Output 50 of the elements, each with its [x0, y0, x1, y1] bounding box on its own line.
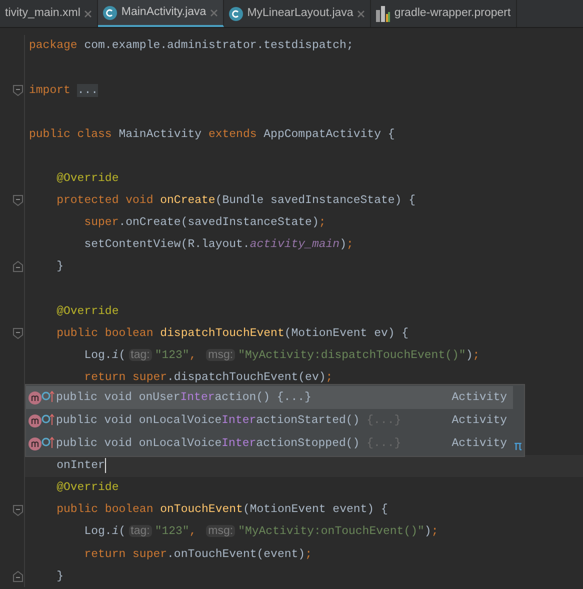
code-line: Log.i( tag: "123", msg: "MyActivity:onTouchEvent()"); — [83, 524, 438, 540]
completion-signature: public void onUserInteraction() {...} — [56, 390, 312, 406]
fold-marker-icon — [13, 195, 23, 206]
code-line: import ... — [29, 82, 98, 99]
text-cursor — [104, 458, 106, 474]
completion-item[interactable]: public void onUserInteraction() {...} Activity — [26, 386, 513, 409]
code-line: protected void onCreate(Bundle savedInstanceState) { — [56, 193, 416, 210]
class-icon — [103, 6, 118, 20]
tab-label: tivity_main.xml — [5, 6, 80, 21]
code-line: } — [56, 568, 64, 585]
code-line: public class MainActivity extends AppCompatActivity { — [29, 126, 395, 143]
code-line: setContentView(R.layout.activity_main); — [83, 237, 354, 254]
completion-item[interactable]: public void onLocalVoiceInteractionStopped() {...} Activity — [26, 432, 513, 455]
completion-item[interactable]: public void onLocalVoiceInteractionStarted() {...} Activity — [26, 409, 513, 432]
code-line: Log.i( tag: "123", msg: "MyActivity:dispatchTouchEvent()"); — [83, 348, 480, 364]
method-icon — [28, 390, 56, 406]
completion-type: Activity — [452, 412, 508, 429]
completion-type: Activity — [452, 390, 508, 406]
code-line: public boolean dispatchTouchEvent(MotionEvent ev) { — [56, 326, 409, 342]
close-icon[interactable] — [357, 10, 366, 18]
code-line: @Override — [56, 170, 119, 187]
editor-tab[interactable]: MyLinearLayout.java — [224, 0, 372, 27]
fold-marker-icon — [13, 261, 23, 272]
completion-type: Activity — [452, 436, 508, 452]
code-line: package com.example.administrator.testdispatch; — [29, 38, 354, 54]
method-icon — [28, 436, 56, 452]
code-line: } — [56, 259, 64, 276]
code-line: @Override — [56, 480, 119, 496]
completion-signature: public void onLocalVoiceInteractionStopped() {...} — [56, 436, 402, 452]
close-icon[interactable] — [210, 8, 218, 16]
editor-tab[interactable]: gradle-wrapper.propert — [371, 0, 517, 27]
tab-label: MyLinearLayout.java — [247, 6, 354, 21]
fold-marker-icon — [13, 328, 23, 339]
bar-chart-icon — [376, 6, 390, 22]
code-line: onInter — [56, 458, 105, 474]
editor-tab[interactable]: MainActivity.java — [98, 0, 224, 27]
code-line: return super.onTouchEvent(event); — [83, 546, 312, 563]
code-line: public boolean onTouchEvent(MotionEvent event) { — [56, 502, 388, 518]
fold-marker-icon — [13, 84, 23, 96]
code-line: super.onCreate(savedInstanceState); — [83, 215, 326, 232]
tab-label: gradle-wrapper.propert — [394, 6, 511, 21]
tab-label: MainActivity.java — [121, 4, 206, 20]
close-icon[interactable] — [84, 10, 92, 18]
code-line: @Override — [56, 304, 119, 320]
class-icon — [229, 6, 244, 20]
fold-marker-icon — [13, 570, 23, 582]
completion-signature: public void onLocalVoiceInteractionStarted() {...} — [56, 412, 402, 429]
method-icon — [28, 412, 56, 428]
fold-marker-icon — [13, 504, 23, 516]
code-line: return super.dispatchTouchEvent(ev); — [83, 370, 333, 386]
